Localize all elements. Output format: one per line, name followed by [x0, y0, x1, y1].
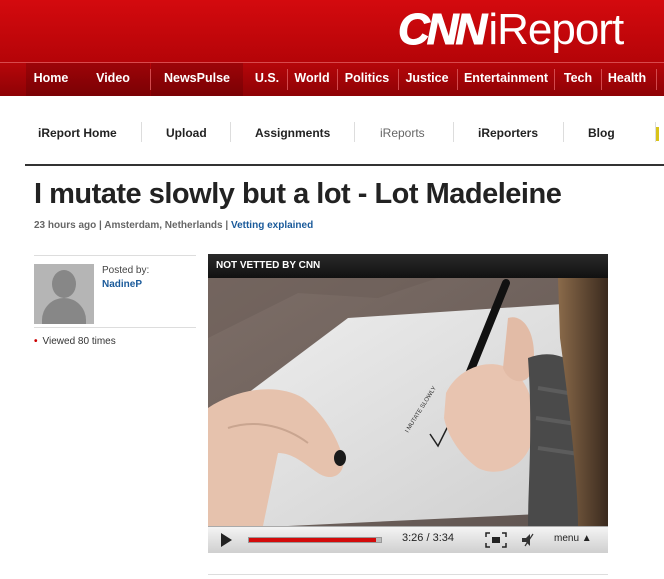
story-meta: 23 hours ago | Amsterdam, Netherlands | …	[34, 220, 314, 231]
nav-item-tech[interactable]: Tech	[558, 63, 598, 96]
subnav-divider	[141, 122, 142, 142]
nav-item-us[interactable]: U.S.	[249, 63, 285, 96]
nav-divider	[601, 69, 602, 90]
vetting-explained-link[interactable]: Vetting explained	[231, 220, 313, 231]
vetting-status-label: NOT VETTED BY CNN	[208, 254, 608, 278]
nav-item-politics[interactable]: Politics	[341, 63, 393, 96]
nav-item-home[interactable]: Home	[26, 63, 76, 96]
story-title: I mutate slowly but a lot - Lot Madelein…	[34, 178, 562, 210]
ireport-subnav: iReport Home Upload Assignments iReports…	[25, 100, 664, 166]
subnav-divider	[563, 122, 564, 142]
subnav-item-upload[interactable]: Upload	[166, 126, 207, 140]
nav-item-video[interactable]: Video	[76, 63, 150, 96]
edge-accent	[656, 127, 659, 141]
bullet-icon: •	[34, 336, 38, 347]
play-icon[interactable]	[221, 533, 232, 547]
subnav-divider	[453, 122, 454, 142]
cnn-ireport-logo[interactable]: CNN iReport	[397, 2, 624, 58]
sidebar-divider	[34, 327, 196, 328]
progress-fill	[249, 538, 376, 542]
story-time-ago: 23 hours ago	[34, 220, 97, 231]
nav-divider	[554, 69, 555, 90]
volume-icon[interactable]	[520, 532, 536, 548]
subnav-item-ireports[interactable]: iReports	[380, 126, 425, 140]
avatar-head-shape	[52, 270, 76, 298]
main-nav: Home Video NewsPulse U.S. World Politics…	[0, 62, 664, 96]
progress-bar[interactable]	[248, 537, 382, 543]
view-count-text: Viewed 80 times	[42, 336, 116, 347]
menu-label: menu	[554, 533, 580, 544]
nav-divider	[287, 69, 288, 90]
story-location: Amsterdam, Netherlands	[104, 220, 223, 231]
content-divider	[208, 574, 608, 575]
nav-item-health[interactable]: Health	[604, 63, 650, 96]
subnav-item-blog[interactable]: Blog	[588, 126, 615, 140]
nav-item-world[interactable]: World	[290, 63, 334, 96]
nav-item-newspulse[interactable]: NewsPulse	[151, 63, 243, 96]
time-display: 3:26 / 3:34	[402, 532, 454, 544]
nav-divider	[398, 69, 399, 90]
logo-ireport-text: iReport	[488, 5, 624, 54]
posted-by-label: Posted by:	[102, 265, 150, 276]
nav-divider	[457, 69, 458, 90]
sidebar-divider	[34, 255, 196, 256]
subnav-item-assignments[interactable]: Assignments	[255, 126, 330, 140]
nav-divider	[337, 69, 338, 90]
subnav-item-ireport-home[interactable]: iReport Home	[38, 126, 117, 140]
nav-item-justice[interactable]: Justice	[402, 63, 452, 96]
subnav-divider	[230, 122, 231, 142]
player-menu-button[interactable]: menu ▲	[554, 533, 592, 544]
view-count: • Viewed 80 times	[34, 336, 116, 347]
avatar-body-shape	[42, 298, 86, 324]
poster-name-link[interactable]: NadineP	[102, 279, 142, 290]
subnav-divider	[354, 122, 355, 142]
logo-cnn-text: CNN	[397, 5, 487, 55]
fullscreen-icon[interactable]	[485, 532, 507, 548]
triangle-up-icon: ▲	[581, 533, 592, 544]
nav-divider	[656, 69, 657, 90]
avatar[interactable]	[34, 264, 94, 324]
player-controls: 3:26 / 3:34 menu ▲	[208, 526, 608, 553]
subnav-item-ireporters[interactable]: iReporters	[478, 126, 538, 140]
nav-item-entertainment[interactable]: Entertainment	[462, 63, 550, 96]
video-still-image: I MUTATE SLOWLY	[208, 278, 608, 526]
video-player[interactable]: NOT VETTED BY CNN I MUTATE SLOWLY 3:26 /…	[208, 254, 608, 553]
video-frame[interactable]: I MUTATE SLOWLY	[208, 278, 608, 526]
